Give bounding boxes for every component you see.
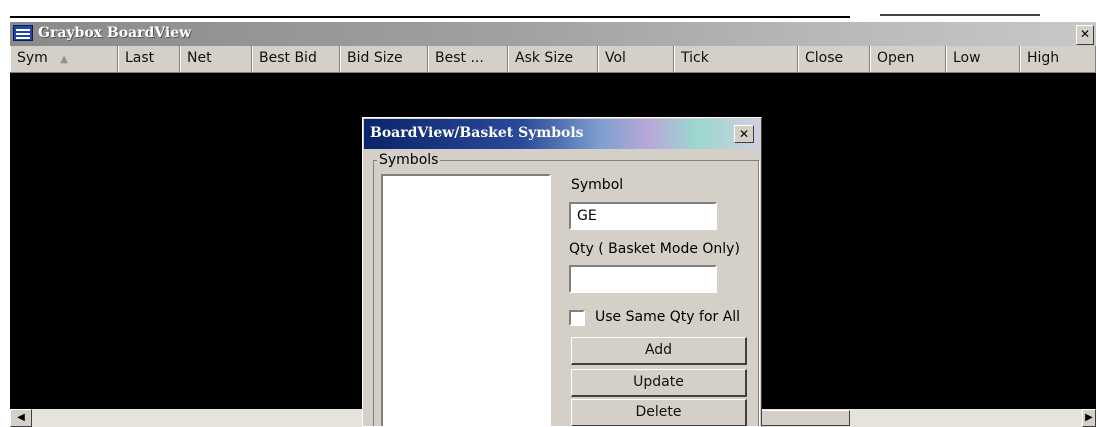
column-header-open[interactable]: Open (870, 46, 946, 72)
qty-input[interactable] (569, 265, 717, 293)
window-title: Graybox BoardView (38, 25, 192, 41)
column-header-sym[interactable]: Sym ▲ (10, 46, 118, 72)
title-bar[interactable]: Graybox BoardView ✕ (10, 22, 1096, 46)
scroll-left-icon[interactable]: ◀ (10, 409, 32, 427)
window-edge-line (10, 16, 850, 18)
add-button[interactable]: Add (571, 337, 747, 365)
column-header-best-bid[interactable]: Best Bid (252, 46, 340, 72)
delete-button[interactable]: Delete (571, 399, 747, 426)
desktop-strip (0, 0, 1096, 22)
column-header-best-ask[interactable]: Best ... (428, 46, 508, 72)
dialog-close-button[interactable]: ✕ (734, 125, 754, 143)
basket-symbols-dialog: BoardView/Basket Symbols ✕ Symbols Symbo… (362, 117, 762, 427)
update-button[interactable]: Update (571, 369, 747, 397)
column-header-low[interactable]: Low (946, 46, 1020, 72)
same-qty-checkbox[interactable] (569, 310, 585, 326)
symbols-group-label: Symbols (377, 152, 441, 168)
close-button[interactable]: ✕ (1076, 25, 1094, 45)
same-qty-checkbox-label[interactable]: Use Same Qty for All (595, 309, 740, 325)
scroll-right-icon[interactable]: ▶ (1082, 409, 1096, 427)
window-edge-line (880, 14, 1040, 16)
column-header-net[interactable]: Net (180, 46, 252, 72)
symbols-listbox[interactable] (381, 174, 551, 426)
sort-ascending-icon: ▲ (60, 54, 68, 65)
dialog-title: BoardView/Basket Symbols (370, 125, 584, 141)
column-header-ask-size[interactable]: Ask Size (508, 46, 598, 72)
column-header-high[interactable]: High (1020, 46, 1096, 72)
symbol-input[interactable] (569, 202, 717, 230)
column-header-label: Sym (17, 50, 48, 66)
column-header-row: Sym ▲ Last Net Best Bid Bid Size Best ..… (10, 46, 1096, 73)
column-header-tick[interactable]: Tick (674, 46, 798, 72)
dialog-title-bar[interactable]: BoardView/Basket Symbols ✕ (364, 119, 760, 149)
symbol-label: Symbol (571, 177, 624, 193)
column-header-last[interactable]: Last (118, 46, 180, 72)
column-header-bid-size[interactable]: Bid Size (340, 46, 428, 72)
column-header-close[interactable]: Close (798, 46, 870, 72)
qty-label: Qty ( Basket Mode Only) (569, 241, 740, 257)
app-grid-icon (13, 25, 33, 41)
column-header-vol[interactable]: Vol (598, 46, 674, 72)
